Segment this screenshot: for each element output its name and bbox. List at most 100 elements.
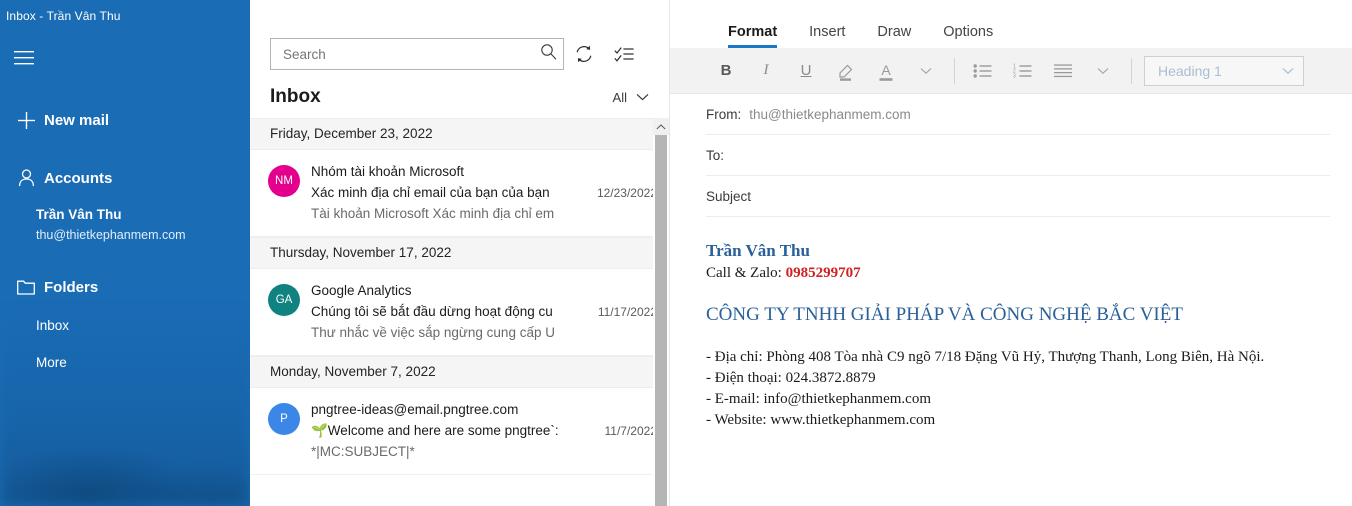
avatar: NM [268,165,300,197]
numbered-list-icon[interactable]: 1 2 3 [1003,51,1043,91]
underline-button[interactable]: U [786,51,826,91]
list-title: Inbox [270,86,321,107]
signature-website-line: - Website: www.thietkephanmem.com [706,412,936,428]
bold-label: B [720,62,732,79]
tab-options-label: Options [943,24,994,40]
message-subject: Chúng tôi sẽ bắt đầu dừng hoạt động cu [311,304,553,319]
heading-style-dropdown[interactable]: Heading 1 [1144,55,1304,86]
tab-insert[interactable]: Insert [793,24,861,48]
tab-insert-label: Insert [809,24,846,40]
svg-text:3: 3 [1013,73,1016,78]
align-left-icon[interactable] [1043,51,1083,91]
signature-phone: 0985299707 [785,265,861,281]
sync-icon[interactable] [564,38,604,70]
message-sender: Google Analytics [311,283,412,298]
tab-format[interactable]: Format [712,24,793,48]
sidebar-folder-inbox-label: Inbox [36,318,70,333]
message-sender: pngtree-ideas@email.pngtree.com [311,402,519,417]
bold-button[interactable]: B [706,51,746,91]
list-header: Inbox All [250,86,669,108]
message-sender: Nhóm tài khoản Microsoft [311,164,465,179]
signature-call-label: Call & Zalo: [706,265,782,281]
date-group-header: Monday, November 7, 2022 [250,356,669,388]
message-list-scrollbar[interactable] [653,118,669,506]
heading-style-value: Heading 1 [1158,62,1222,79]
message-preview: *|MC:SUBJECT|* [311,444,415,459]
folders-button[interactable]: Folders [0,267,250,307]
from-value: thu@thietkephanmem.com [749,106,911,122]
signature-email-line: - E-mail: info@thietkephanmem.com [706,391,931,407]
italic-button[interactable]: I [746,51,786,91]
account-entry[interactable]: Trần Vân Thu thu@thietkephanmem.com [0,204,250,245]
folder-icon [8,280,44,295]
list-filter-button[interactable]: All [613,88,649,108]
format-toolbar: B I U A 1 2 3 Heading 1 [670,48,1352,94]
message-preview: Thư nhắc về việc sắp ngừng cung cấp U [311,325,555,340]
compose-pane: Format Insert Draw Options B I U A 1 2 3… [670,0,1352,506]
signature-company: CÔNG TY TNHH GIẢI PHÁP VÀ CÔNG NGHỆ BẮC … [706,304,1183,325]
message-list-item[interactable]: NM Nhóm tài khoản Microsoft Xác minh địa… [250,150,669,237]
svg-text:A: A [881,62,891,78]
subject-field[interactable]: Subject [706,176,1330,217]
sidebar-folder-more-label: More [36,355,67,370]
list-filter-label: All [612,89,627,105]
new-mail-button[interactable]: New mail [0,100,250,140]
new-mail-label: New mail [44,111,110,129]
date-group-header: Thursday, November 17, 2022 [250,237,669,269]
to-label: To: [706,147,725,163]
chevron-up-icon[interactable] [653,118,669,135]
signature-address: - Địa chỉ: Phòng 408 Tòa nhà C9 ngõ 7/18… [706,349,1265,365]
date-group-header: Friday, December 23, 2022 [250,118,669,150]
tab-draw[interactable]: Draw [861,24,927,48]
list-toolbar [250,0,669,70]
sidebar-folder-inbox[interactable]: Inbox [0,307,250,344]
from-field[interactable]: From: thu@thietkephanmem.com [706,94,1330,135]
bulleted-list-icon[interactable] [963,51,1003,91]
ribbon-tabs: Format Insert Draw Options [670,0,1352,48]
search-box[interactable] [270,38,564,70]
selection-mode-icon[interactable] [604,38,644,70]
signature-call-line: Call & Zalo: 0985299707 [706,262,1316,284]
message-body-editor[interactable]: Trần Vân Thu Call & Zalo: 0985299707 CÔN… [670,217,1352,431]
highlighter-icon[interactable] [826,51,866,91]
signature-name: Trần Vân Thu [706,241,810,260]
accounts-button[interactable]: Accounts [0,158,250,198]
hamburger-icon[interactable] [0,38,48,78]
plus-icon [8,111,44,129]
italic-label: I [763,62,769,78]
paragraph-more-chevron-down-icon[interactable] [1083,51,1123,91]
folders-label: Folders [44,278,99,296]
font-color-icon[interactable]: A [866,51,906,91]
sidebar: Inbox - Trần Vân Thu New mail Accounts T… [0,0,250,506]
message-list-item[interactable]: GA Google Analytics Chúng tôi sẽ bắt đầu… [250,269,669,356]
tab-options[interactable]: Options [927,24,1009,48]
search-icon[interactable] [540,43,557,65]
window-title: Inbox - Trần Vân Thu [6,9,121,23]
chevron-down-icon [1282,62,1294,80]
from-label: From: [706,106,742,122]
sidebar-folder-more[interactable]: More [0,344,250,381]
account-name: Trần Vân Thu [36,207,122,222]
signature-phone-line: - Điện thoại: 024.3872.8879 [706,370,876,386]
search-input[interactable] [283,46,540,62]
message-list-scroll-area[interactable]: Friday, December 23, 2022 NM Nhóm tài kh… [250,118,669,506]
message-date: 12/23/2022 [596,186,657,200]
compose-header-fields: From: thu@thietkephanmem.com To: Subject [670,94,1352,217]
account-email: thu@thietkephanmem.com [36,228,186,242]
tab-draw-label: Draw [877,24,912,40]
scrollbar-thumb[interactable] [655,135,667,506]
tab-format-label: Format [728,24,778,40]
accounts-label: Accounts [44,169,113,187]
message-subject: 🌱Welcome and here are some pngtree`: [311,423,559,438]
subject-placeholder: Subject [706,188,752,204]
to-field[interactable]: To: [706,135,1330,176]
chevron-down-icon [636,88,649,106]
underline-label: U [800,62,812,79]
font-more-chevron-down-icon[interactable] [906,51,946,91]
message-date: 11/17/2022 [597,305,657,319]
mail-app-window: Inbox - Trần Vân Thu New mail Accounts T… [0,0,1352,506]
message-list-item[interactable]: P pngtree-ideas@email.pngtree.com 🌱Welco… [250,388,669,475]
title-bar: Inbox - Trần Vân Thu [0,0,250,32]
message-list-pane: Inbox All Friday, December 23, 2022 NM N… [250,0,670,506]
message-date: 11/7/2022 [604,424,658,438]
